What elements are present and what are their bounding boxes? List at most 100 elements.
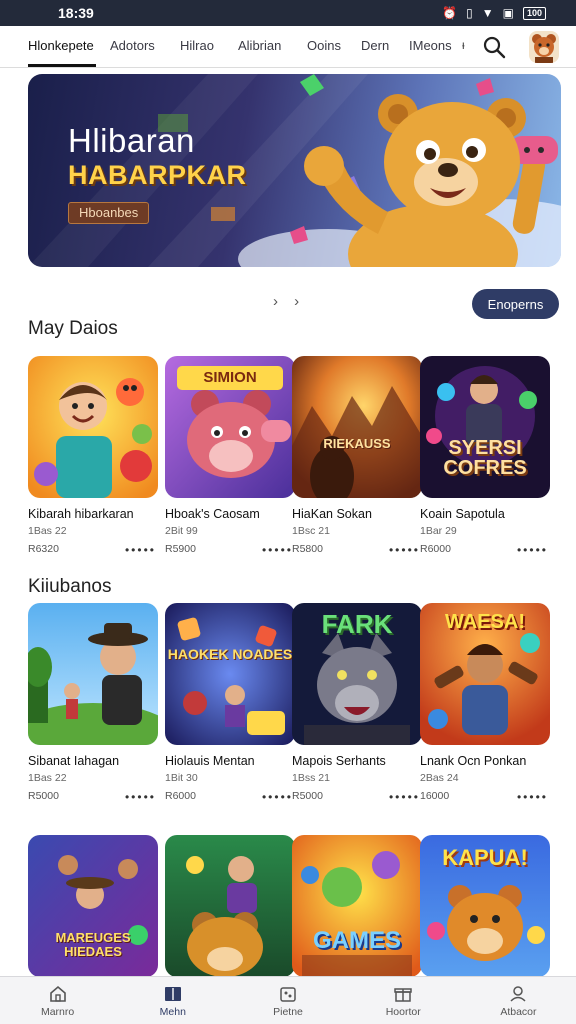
tab-imeons[interactable]: IMeons xyxy=(409,38,452,53)
game-title: Hiolauis Mentan xyxy=(165,754,255,768)
bottom-nav-label: Mehn xyxy=(159,1005,186,1018)
bear-mascot-illustration xyxy=(304,94,558,267)
game-thumbnail: SIMION xyxy=(165,356,295,498)
rating-dots: ••••• xyxy=(124,790,156,804)
avatar[interactable] xyxy=(529,31,559,63)
tab-hlonkepete[interactable]: Hlonkepete xyxy=(28,38,94,53)
thumbnail-logo-text: GAMES xyxy=(312,927,401,954)
alarm-icon: ⏰ xyxy=(442,6,458,20)
rating-dots: ••••• xyxy=(388,790,420,804)
thumbnail-logo-text: RIEKAUSS xyxy=(323,436,391,451)
status-time: 18:39 xyxy=(58,5,94,21)
game-price: R5000 xyxy=(292,790,323,802)
rating-dots: ••••• xyxy=(516,543,548,557)
bottom-nav-label: Marnro xyxy=(40,1005,75,1018)
game-card[interactable]: GAMES xyxy=(292,835,422,977)
tab-hilrao[interactable]: Hilrao xyxy=(180,38,214,53)
game-thumbnail: KAPUA! xyxy=(420,835,550,977)
section-title-may-daios: May Daios xyxy=(28,318,118,339)
top-nav: Hlonkepete Adotors Hilrao Alibrian Ooins… xyxy=(0,26,576,68)
bottom-nav-label: Atbacor xyxy=(500,1005,537,1018)
game-title: Koain Sapotula xyxy=(420,507,505,521)
thumbnail-logo-text: SIMION xyxy=(203,369,257,386)
book-icon xyxy=(164,986,181,1001)
game-thumbnail xyxy=(165,835,295,977)
game-title: Kibarah hibarkaran xyxy=(28,507,134,521)
game-thumbnail: MAREUGES HIEDAES xyxy=(28,835,158,977)
game-thumbnail: HAOKEK NOADES xyxy=(165,603,295,745)
game-card[interactable]: SYERSI COFRES Koain Sapotula 1Bar 29 R60… xyxy=(420,356,550,557)
game-price: R6320 xyxy=(28,543,59,555)
search-icon[interactable] xyxy=(482,35,506,59)
game-card[interactable]: Kibarah hibarkaran 1Bas 22 R6320 ••••• xyxy=(28,356,158,557)
bottom-nav-home[interactable]: Marnro xyxy=(0,977,115,1024)
bottom-nav-puzzle[interactable]: Pietne xyxy=(230,977,345,1024)
bottom-nav-label: Pietne xyxy=(273,1005,303,1018)
more-tabs-indicator[interactable]: ᵻ xyxy=(462,38,465,52)
game-card[interactable]: SIMION Hboak's Caosam 2Bit 99 R5900 ••••• xyxy=(165,356,295,557)
game-thumbnail xyxy=(28,356,158,498)
rating-dots: ••••• xyxy=(261,543,293,557)
hero-banner[interactable]: Hlibaran HABARPKAR Hboanbes xyxy=(28,74,561,267)
game-meta: 1Bit 30 xyxy=(165,772,198,784)
bottom-nav-gift[interactable]: Hoortor xyxy=(346,977,461,1024)
banner-title: Hlibaran xyxy=(68,122,195,159)
game-card[interactable]: WAESA! Lnank Ocn Ponkan 2Bas 24 16000 •••… xyxy=(420,603,550,804)
game-thumbnail: RIEKAUSS xyxy=(292,356,422,498)
game-title: Sibanat Iahagan xyxy=(28,754,120,768)
tab-alibrian[interactable]: Alibrian xyxy=(238,38,281,53)
game-title: HiaKan Sokan xyxy=(292,507,372,521)
thumbnail-logo-text: SYERSI COFRES xyxy=(443,437,527,479)
banner-subtitle: HABARPKAR xyxy=(68,160,247,190)
game-price: 16000 xyxy=(420,790,450,802)
banner-tag: Hboanbes xyxy=(68,202,150,224)
wifi-icon: ▼ xyxy=(481,6,494,20)
thumbnail-logo-text: FARK xyxy=(321,609,393,639)
bottom-nav-profile[interactable]: Atbacor xyxy=(461,977,576,1024)
game-title: Hboak's Caosam xyxy=(165,507,260,521)
thumbnail-logo-text: WAESA! xyxy=(445,611,525,633)
rating-dots: ••••• xyxy=(261,790,293,804)
game-price: R5800 xyxy=(292,543,323,555)
game-card[interactable]: MAREUGES HIEDAES xyxy=(28,835,158,977)
rating-dots: ••••• xyxy=(516,790,548,804)
game-card[interactable]: Sibanat Iahagan 1Bas 22 R5000 ••••• xyxy=(28,603,158,804)
section-title-kiiubanos: Kiiubanos xyxy=(28,576,112,597)
rating-dots: ••••• xyxy=(388,543,420,557)
tab-ooins[interactable]: Ooins xyxy=(307,38,341,53)
game-meta: 1Bar 29 xyxy=(420,525,457,537)
home-icon xyxy=(49,985,66,1002)
game-card[interactable]: HAOKEK NOADES Hiolauis Mentan 1Bit 30 R6… xyxy=(165,603,295,804)
battery-icon: 100 xyxy=(522,6,546,20)
puzzle-icon xyxy=(280,986,296,1002)
tab-dern[interactable]: Dern xyxy=(361,38,389,53)
game-price: R6000 xyxy=(165,790,196,802)
bottom-nav-book[interactable]: Mehn xyxy=(115,977,230,1024)
gift-icon xyxy=(394,987,412,1002)
vibrate-icon: ▯ xyxy=(466,6,473,20)
game-card[interactable]: RIEKAUSS HiaKan Sokan 1Bsc 21 R5800 ••••• xyxy=(292,356,422,557)
game-card[interactable]: FARK Mapois Serhants 1Bss 21 R5000 ••••• xyxy=(292,603,422,804)
profile-icon xyxy=(510,985,526,1002)
sim-icon: ▣ xyxy=(502,6,514,20)
game-meta: 1Bas 22 xyxy=(28,525,67,537)
active-tab-underline xyxy=(28,64,96,67)
game-thumbnail: FARK xyxy=(292,603,422,745)
game-card[interactable]: KAPUA! xyxy=(420,835,550,977)
thumbnail-logo-text: HAOKEK NOADES xyxy=(167,646,293,662)
game-price: R5900 xyxy=(165,543,196,555)
bottom-nav-label: Hoortor xyxy=(385,1005,421,1018)
game-title: Mapois Serhants xyxy=(292,754,386,768)
game-card[interactable] xyxy=(165,835,295,977)
bottom-nav: Marnro Mehn Pietne Hoortor Atbacor xyxy=(0,976,576,1024)
game-meta: 1Bsc 21 xyxy=(292,525,330,537)
game-thumbnail: GAMES xyxy=(292,835,422,977)
game-price: R5000 xyxy=(28,790,59,802)
game-thumbnail: SYERSI COFRES xyxy=(420,356,550,498)
carousel-arrows[interactable]: › › xyxy=(273,293,305,310)
explore-button[interactable]: Enoperns xyxy=(472,289,559,319)
game-meta: 2Bit 99 xyxy=(165,525,198,537)
tab-adotors[interactable]: Adotors xyxy=(110,38,155,53)
game-meta: 1Bss 21 xyxy=(292,772,330,784)
status-bar: 18:39 ⏰ ▯ ▼ ▣ 100 xyxy=(0,0,576,26)
